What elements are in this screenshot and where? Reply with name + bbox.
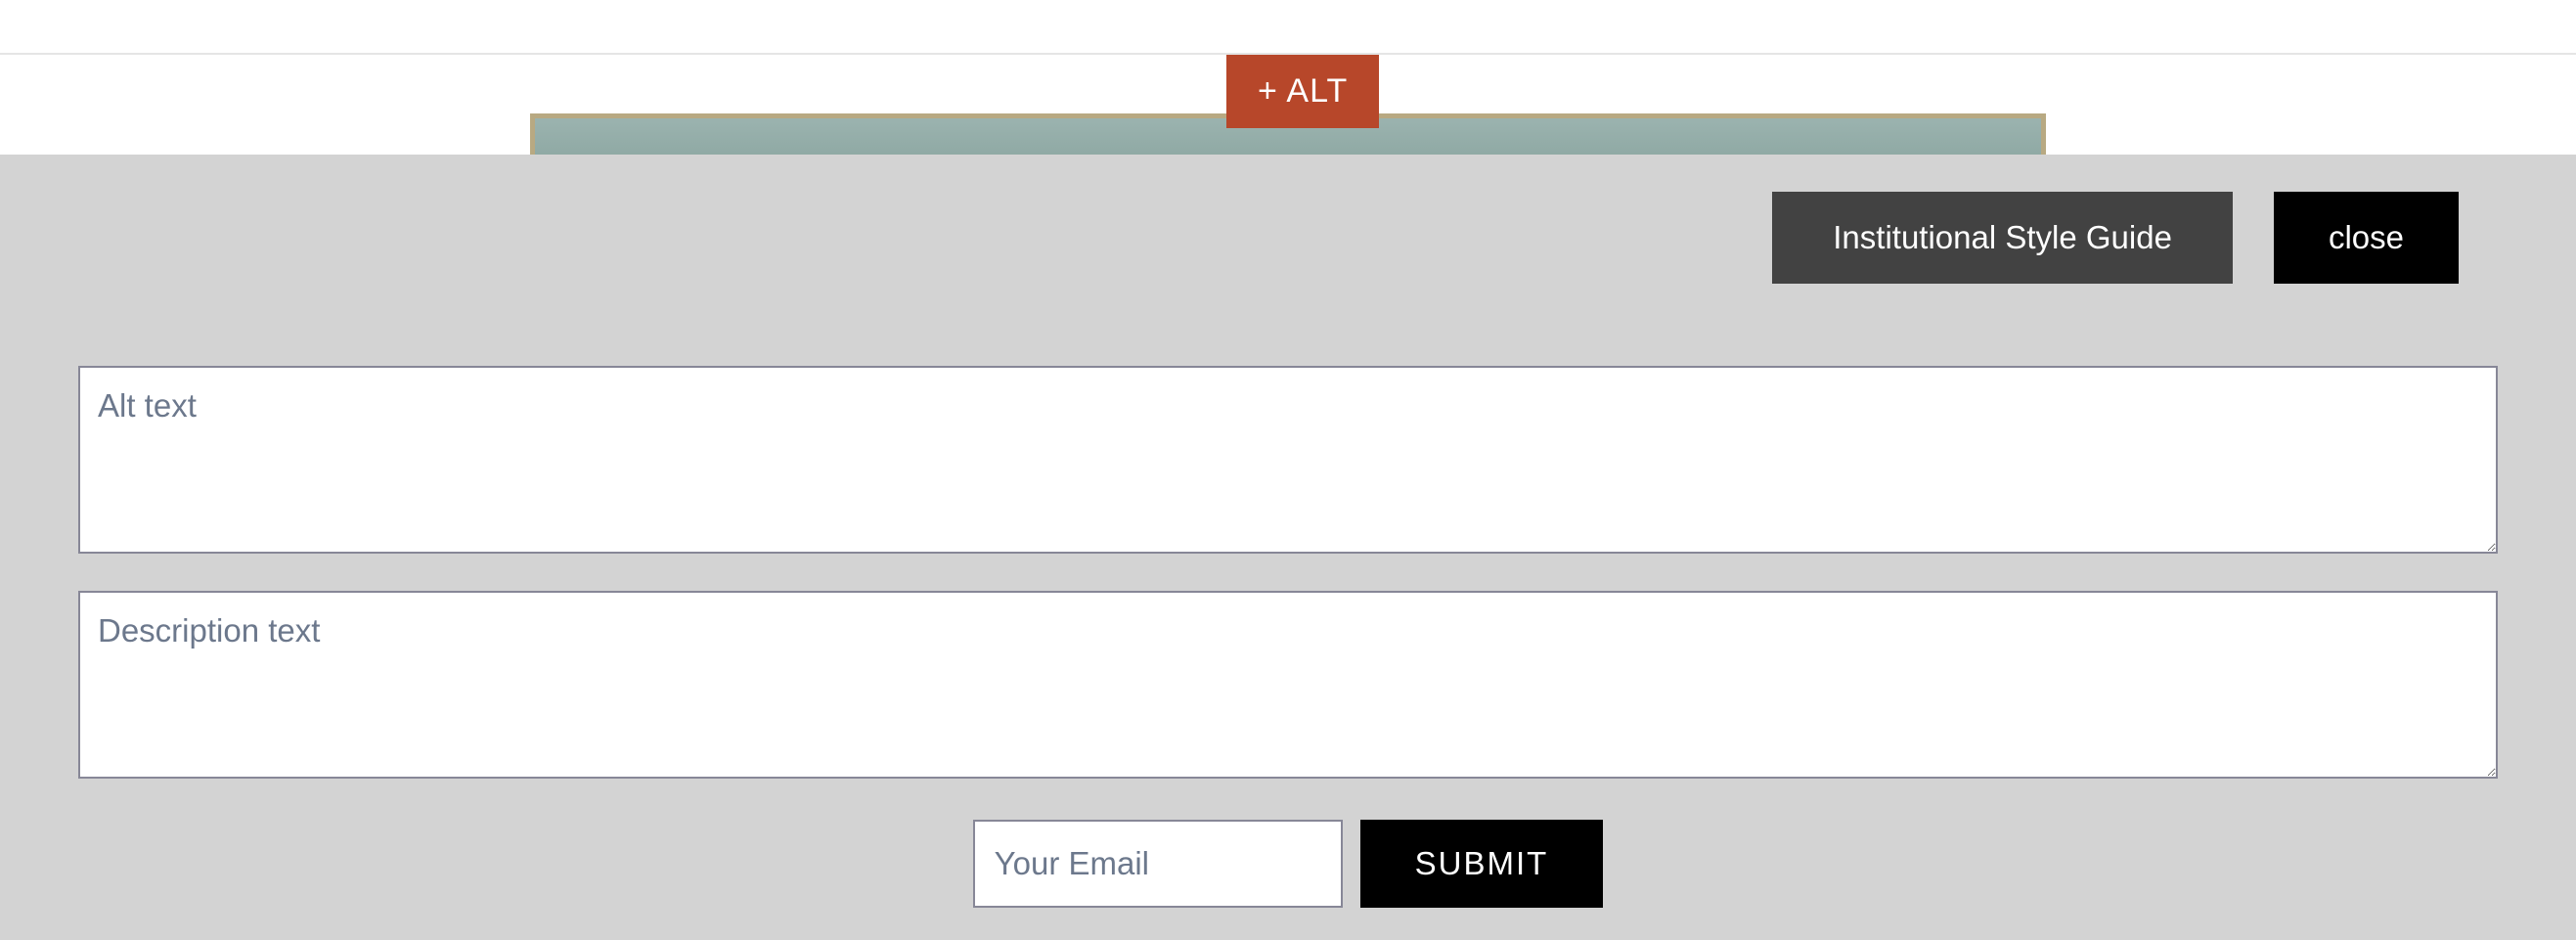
institutional-style-guide-button[interactable]: Institutional Style Guide (1772, 192, 2233, 284)
submit-button[interactable]: SUBMIT (1360, 820, 1604, 908)
close-button[interactable]: close (2274, 192, 2459, 284)
top-bar (0, 0, 2576, 55)
description-text-input[interactable] (78, 591, 2498, 779)
submit-row: SUBMIT (78, 820, 2498, 908)
add-alt-tag-button[interactable]: + ALT (1226, 55, 1379, 128)
alt-text-input[interactable] (78, 366, 2498, 554)
panel-header: Institutional Style Guide close (78, 155, 2498, 284)
alt-text-panel: Institutional Style Guide close SUBMIT (0, 155, 2576, 940)
email-field[interactable] (973, 820, 1343, 908)
